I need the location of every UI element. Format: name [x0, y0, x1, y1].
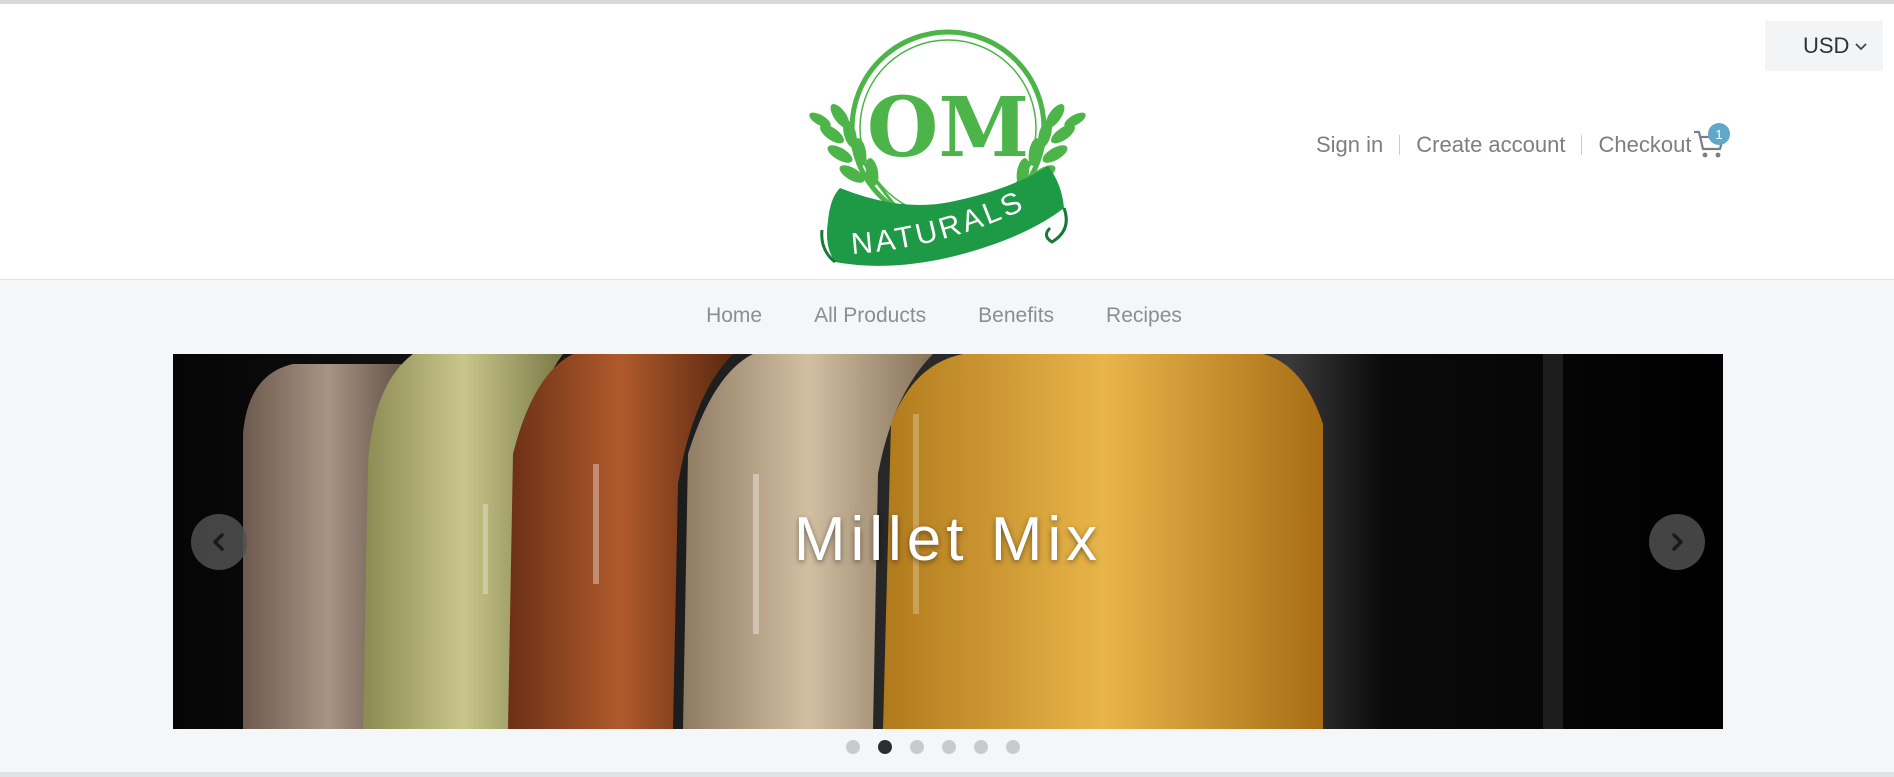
slider-dot[interactable] — [846, 740, 860, 754]
site-header: USD OM NATURALS Sign in Create account C… — [0, 4, 1894, 280]
nav-item-recipes[interactable]: Recipes — [1106, 304, 1182, 328]
currency-value: USD — [1803, 33, 1850, 58]
create-account-link[interactable]: Create account — [1416, 132, 1565, 158]
chevron-right-icon — [1672, 533, 1683, 551]
slider-dot[interactable] — [1006, 740, 1020, 754]
svg-text:OM: OM — [867, 80, 1029, 176]
currency-selector[interactable]: USD — [1765, 21, 1883, 71]
divider — [1399, 135, 1401, 155]
nav-item-home[interactable]: Home — [706, 304, 762, 328]
main-nav: Home All Products Benefits Recipes — [0, 280, 1894, 352]
bottom-border — [0, 772, 1894, 777]
om-naturals-logo[interactable]: OM NATURALS — [780, 16, 1115, 276]
chevron-left-icon — [213, 533, 224, 551]
nav-item-all-products[interactable]: All Products — [814, 304, 926, 328]
divider — [1581, 135, 1583, 155]
nav-item-benefits[interactable]: Benefits — [978, 304, 1054, 328]
slider-prev-button[interactable] — [191, 514, 247, 570]
hero-title: Millet Mix — [793, 505, 1103, 574]
cart-count-badge: 1 — [1708, 123, 1730, 145]
account-links: Sign in Create account Checkout — [1316, 132, 1691, 158]
slider-next-button[interactable] — [1649, 514, 1705, 570]
hero-slider: Millet Mix — [173, 354, 1723, 729]
checkout-link[interactable]: Checkout — [1598, 132, 1691, 158]
slider-pagination — [846, 740, 1020, 754]
chevron-down-icon — [1855, 43, 1867, 51]
sign-in-link[interactable]: Sign in — [1316, 132, 1383, 158]
slider-dot[interactable] — [942, 740, 956, 754]
slider-dot[interactable] — [910, 740, 924, 754]
slider-dot[interactable] — [974, 740, 988, 754]
slider-dot-active[interactable] — [878, 740, 892, 754]
